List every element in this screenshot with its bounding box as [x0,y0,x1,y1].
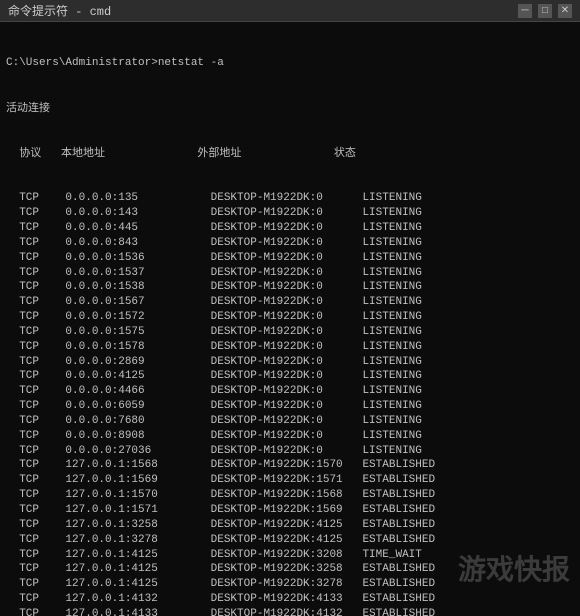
table-row: TCP 127.0.0.1:4133 DESKTOP-M1922DK:4132 … [6,607,574,616]
table-row: TCP 0.0.0.0:843 DESKTOP-M1922DK:0 LISTEN… [6,236,574,251]
header-row: 协议 本地地址 外部地址 状态 [6,147,574,162]
table-row: TCP 0.0.0.0:135 DESKTOP-M1922DK:0 LISTEN… [6,191,574,206]
table-row: TCP 127.0.0.1:4132 DESKTOP-M1922DK:4133 … [6,592,574,607]
cmd-prompt: C:\Users\Administrator>netstat -a [6,56,574,71]
table-row: TCP 127.0.0.1:1568 DESKTOP-M1922DK:1570 … [6,458,574,473]
table-row: TCP 0.0.0.0:445 DESKTOP-M1922DK:0 LISTEN… [6,221,574,236]
window-titlebar: 命令提示符 - cmd ─ □ ✕ [0,0,580,22]
window-controls: ─ □ ✕ [518,4,572,18]
table-row: TCP 0.0.0.0:2869 DESKTOP-M1922DK:0 LISTE… [6,355,574,370]
table-row: TCP 0.0.0.0:1538 DESKTOP-M1922DK:0 LISTE… [6,280,574,295]
window-title: 命令提示符 - cmd [8,2,111,19]
table-row: TCP 0.0.0.0:143 DESKTOP-M1922DK:0 LISTEN… [6,206,574,221]
table-row: TCP 0.0.0.0:1578 DESKTOP-M1922DK:0 LISTE… [6,340,574,355]
table-row: TCP 0.0.0.0:4125 DESKTOP-M1922DK:0 LISTE… [6,369,574,384]
table-row: TCP 0.0.0.0:1536 DESKTOP-M1922DK:0 LISTE… [6,251,574,266]
table-row: TCP 127.0.0.1:3258 DESKTOP-M1922DK:4125 … [6,518,574,533]
minimize-button[interactable]: ─ [518,4,532,18]
rows-container: TCP 0.0.0.0:135 DESKTOP-M1922DK:0 LISTEN… [6,191,574,616]
terminal-body: C:\Users\Administrator>netstat -a 活动连接 协… [0,22,580,616]
table-row: TCP 127.0.0.1:1571 DESKTOP-M1922DK:1569 … [6,503,574,518]
table-row: TCP 0.0.0.0:6059 DESKTOP-M1922DK:0 LISTE… [6,399,574,414]
table-row: TCP 0.0.0.0:1537 DESKTOP-M1922DK:0 LISTE… [6,266,574,281]
table-row: TCP 0.0.0.0:27036 DESKTOP-M1922DK:0 LIST… [6,444,574,459]
table-row: TCP 127.0.0.1:4125 DESKTOP-M1922DK:3258 … [6,562,574,577]
table-row: TCP 127.0.0.1:4125 DESKTOP-M1922DK:3278 … [6,577,574,592]
table-row: TCP 0.0.0.0:4466 DESKTOP-M1922DK:0 LISTE… [6,384,574,399]
close-button[interactable]: ✕ [558,4,572,18]
table-row: TCP 0.0.0.0:8908 DESKTOP-M1922DK:0 LISTE… [6,429,574,444]
table-row: TCP 127.0.0.1:1569 DESKTOP-M1922DK:1571 … [6,473,574,488]
table-row: TCP 0.0.0.0:1575 DESKTOP-M1922DK:0 LISTE… [6,325,574,340]
table-row: TCP 127.0.0.1:1570 DESKTOP-M1922DK:1568 … [6,488,574,503]
table-row: TCP 127.0.0.1:3278 DESKTOP-M1922DK:4125 … [6,533,574,548]
table-row: TCP 0.0.0.0:7680 DESKTOP-M1922DK:0 LISTE… [6,414,574,429]
table-row: TCP 127.0.0.1:4125 DESKTOP-M1922DK:3208 … [6,548,574,563]
table-row: TCP 0.0.0.0:1572 DESKTOP-M1922DK:0 LISTE… [6,310,574,325]
maximize-button[interactable]: □ [538,4,552,18]
table-row: TCP 0.0.0.0:1567 DESKTOP-M1922DK:0 LISTE… [6,295,574,310]
section-title: 活动连接 [6,102,574,117]
